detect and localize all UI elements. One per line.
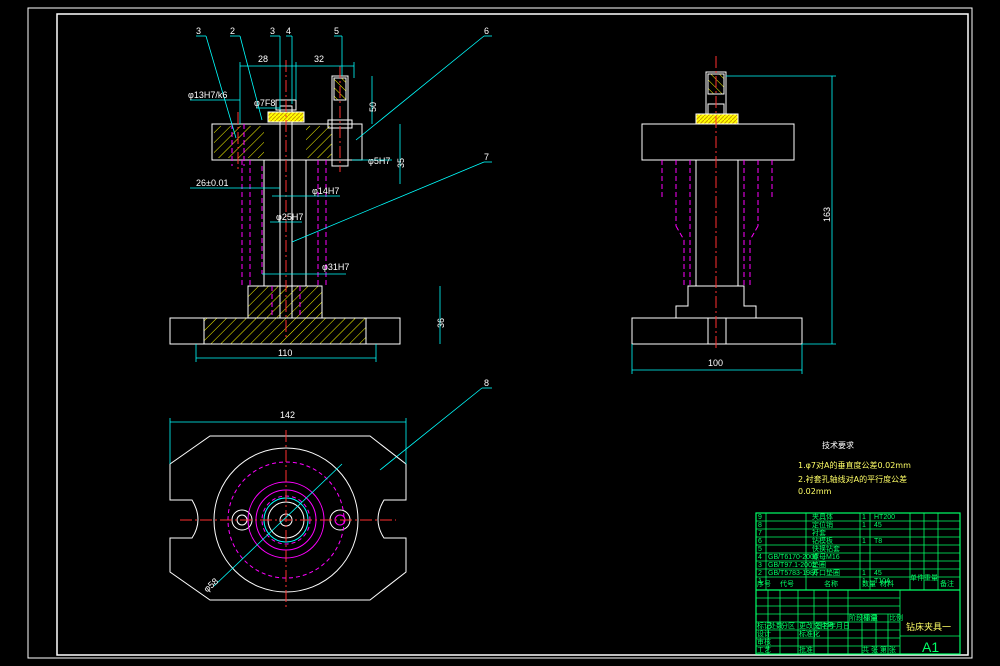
- parts-cell-name: 螺母M16: [812, 552, 840, 561]
- balloon-4: 4: [286, 26, 291, 36]
- parts-cell-name: 垫圈: [812, 560, 826, 569]
- titleblock-field-13: 批准: [799, 645, 813, 654]
- notes-line-1: 1.φ7对A的垂直度公差0.02mm: [798, 460, 911, 470]
- balloon-3a: 3: [196, 26, 201, 36]
- balloon-8: 8: [484, 378, 489, 388]
- cad-drawing: 3 2 3 4 5 6 7 28 32 50 35 36 110 φ13H7/k…: [27, 7, 973, 659]
- titleblock-field-14: 共 张 第 张: [862, 645, 896, 654]
- dim-phi5: φ5H7: [368, 156, 390, 166]
- parts-cell-no: 8: [758, 522, 762, 529]
- parts-header-note: 备注: [940, 579, 954, 588]
- technical-notes: 技术要求 1.φ7对A的垂直度公差0.02mm 2.衬套孔轴线对A的平行度公差 …: [798, 440, 911, 496]
- parts-cell-qty: 1: [862, 538, 866, 545]
- balloon-5: 5: [334, 26, 339, 36]
- parts-cell-no: 3: [758, 562, 762, 569]
- parts-cell-no: 5: [758, 546, 762, 553]
- titleblock-field-5: 年月日: [829, 621, 850, 630]
- parts-cell-std: GB/T5783-1986: [768, 570, 818, 577]
- dim-28: 28: [258, 54, 268, 64]
- titleblock-field-4: 签名: [815, 621, 829, 630]
- dim-32: 32: [314, 54, 324, 64]
- parts-cell-name: 快换钻套: [812, 544, 840, 553]
- dim-phi58: φ58: [202, 576, 220, 594]
- parts-cell-qty: 1: [862, 514, 866, 521]
- dim-36: 36: [436, 318, 446, 328]
- parts-cell-material: 45: [874, 522, 882, 529]
- dim-phi25: φ25H7: [276, 212, 303, 222]
- dim-phi13: φ13H7/k6: [188, 90, 227, 100]
- dim-50: 50: [368, 102, 378, 112]
- parts-cell-qty: 1: [862, 522, 866, 529]
- dim-142: 142: [280, 410, 295, 420]
- balloon-7: 7: [484, 152, 489, 162]
- dim-163: 163: [822, 207, 832, 222]
- titleblock-field-10: 比例: [889, 613, 903, 622]
- parts-header-material: 材料: [880, 579, 894, 588]
- sheet-size: A1: [922, 639, 939, 655]
- dim-35: 35: [396, 158, 406, 168]
- notes-title: 技术要求: [822, 440, 854, 450]
- dim-100: 100: [708, 358, 723, 368]
- parts-cell-name: 定位销: [812, 520, 833, 529]
- front-view: [169, 60, 401, 345]
- parts-cell-material: HT200: [874, 514, 895, 521]
- parts-cell-std: GB/T6170-2000: [768, 554, 818, 561]
- titleblock-field-2: 分区: [781, 621, 795, 630]
- balloon-6: 6: [484, 26, 489, 36]
- parts-cell-name: 开口垫圈: [812, 568, 840, 577]
- parts-header-qty: 数量: [862, 579, 876, 588]
- notes-line-2: 2.衬套孔轴线对A的平行度公差: [798, 474, 907, 484]
- titleblock-field-6: 设计: [757, 629, 771, 638]
- notes-line-3: 0.02mm: [798, 487, 832, 496]
- parts-header-weight: 单件重量: [910, 573, 938, 582]
- parts-cell-no: 7: [758, 530, 762, 537]
- titleblock-field-12: 工艺: [757, 646, 771, 654]
- parts-cell-name: 钻模板: [812, 536, 833, 545]
- parts-cell-no: 2: [758, 570, 762, 577]
- dim-phi31: φ31H7: [322, 262, 349, 272]
- parts-header-name: 名称: [824, 579, 838, 588]
- balloon-2: 2: [230, 26, 235, 36]
- dim-phi14: φ14H7: [312, 186, 339, 196]
- parts-cell-std: GB/T97.1-2002: [768, 562, 816, 569]
- parts-cell-no: 4: [758, 554, 762, 561]
- titleblock-field-11: 审核: [757, 637, 771, 646]
- parts-header-no: 序号: [757, 579, 771, 588]
- parts-cell-name: 衬套: [812, 528, 826, 537]
- balloon-3b: 3: [270, 26, 275, 36]
- dim-phi7: φ7F8: [254, 98, 275, 108]
- titleblock-field-7: 标准化: [799, 629, 820, 638]
- parts-cell-material: T8: [874, 538, 882, 545]
- parts-cell-no: 6: [758, 538, 762, 545]
- parts-header-std: 代号: [780, 579, 794, 588]
- drawing-title: 钻床夹具一: [906, 621, 951, 633]
- side-view: [631, 56, 803, 350]
- titleblock-field-9: 重量: [864, 614, 878, 622]
- dim-26: 26±0.01: [196, 178, 228, 188]
- parts-cell-material: 45: [874, 570, 882, 577]
- parts-cell-no: 9: [758, 514, 762, 521]
- parts-cell-name: 夹具体: [812, 512, 833, 521]
- parts-cell-qty: 1: [862, 570, 866, 577]
- dim-110: 110: [278, 348, 292, 358]
